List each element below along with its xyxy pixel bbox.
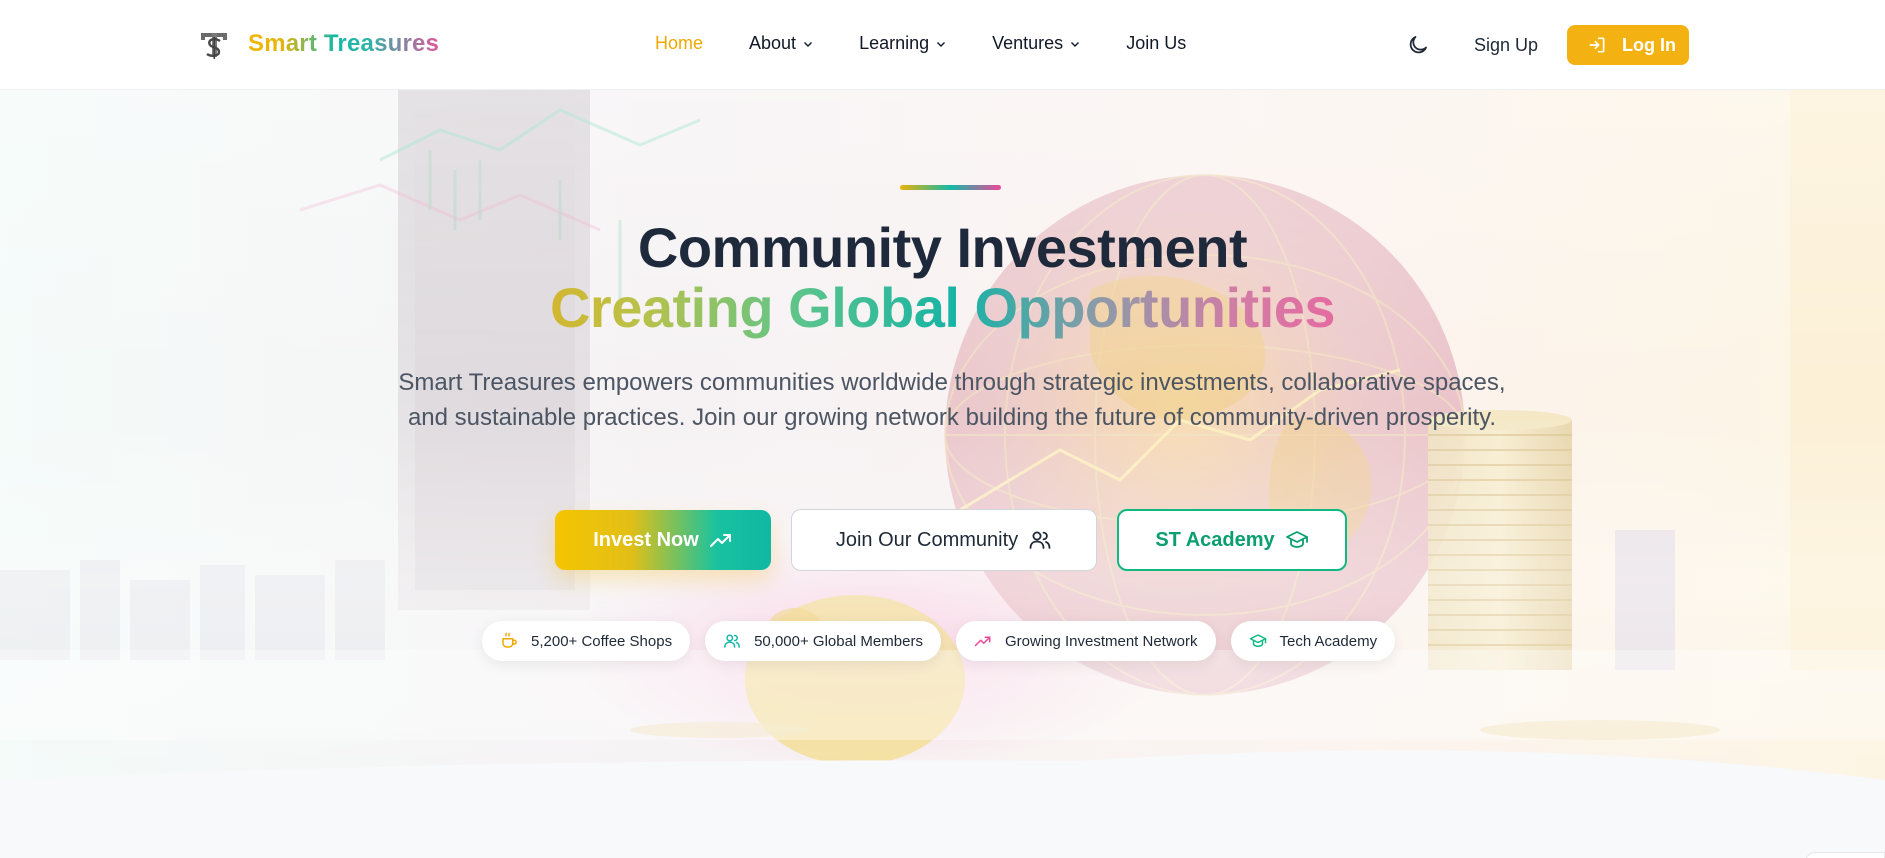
hero-subtitle: Smart Treasures empowers communities wor…: [398, 369, 1506, 431]
nav-about-label: About: [749, 33, 797, 53]
nav-ventures-label: Ventures: [992, 33, 1064, 53]
moon-icon[interactable]: [1406, 33, 1430, 57]
nav-actions: Sign Up Log In: [1406, 25, 1689, 65]
hero-title-line-1: Community Investment: [637, 216, 1248, 279]
st-academy-button[interactable]: ST Academy: [1117, 509, 1347, 571]
chevron-down-icon: [1071, 41, 1080, 47]
log-in-label: Log In: [1622, 34, 1676, 55]
graduation-cap-icon: [1285, 531, 1308, 548]
badge-members-label: 50,000+ Global Members: [754, 632, 923, 650]
users-icon: [1029, 531, 1051, 549]
graduation-cap-icon: [1249, 634, 1266, 648]
chevron-down-icon: [937, 41, 946, 47]
top-navbar: Smart Treasures Home About Learning Vent…: [0, 0, 1885, 90]
nav-join-us[interactable]: Join Us: [1126, 33, 1186, 54]
nav-about[interactable]: About: [749, 33, 813, 54]
st-dollar-logo: [201, 33, 227, 59]
badge-coffee-label: 5,200+ Coffee Shops: [531, 632, 673, 650]
hero-title-line-2: Creating Global Opportunities: [0, 275, 1885, 341]
badge-global-members: 50,000+ Global Members: [705, 621, 941, 661]
trending-up-icon: [709, 534, 731, 547]
floating-widget-edge[interactable]: [1805, 852, 1885, 858]
join-community-label: Join Our Community: [835, 528, 1019, 551]
badge-network-label: Growing Investment Network: [1004, 632, 1198, 650]
brand[interactable]: Smart Treasures: [198, 27, 439, 61]
hero-overlay: [0, 90, 1885, 790]
nav-ventures[interactable]: Ventures: [992, 33, 1080, 54]
badge-academy-label: Tech Academy: [1279, 632, 1378, 650]
nav-home[interactable]: Home: [655, 33, 703, 54]
accent-divider: [900, 185, 1001, 190]
main-menu: Home About Learning Ventures Join Us: [655, 33, 1232, 54]
badge-tech-academy: Tech Academy: [1230, 621, 1396, 661]
brand-name: Smart Treasures: [248, 30, 440, 57]
users-icon: [724, 634, 740, 648]
badge-investment-network: Growing Investment Network: [955, 621, 1216, 661]
next-section: [0, 790, 1885, 858]
nav-learning[interactable]: Learning: [859, 33, 946, 54]
chevron-down-icon: [804, 41, 813, 47]
badge-coffee-shops: 5,200+ Coffee Shops: [482, 621, 691, 661]
nav-home-label: Home: [655, 33, 704, 53]
cta-buttons: Invest Now Join Our Community ST Academy: [555, 509, 1347, 571]
log-in-button[interactable]: Log In: [1567, 25, 1689, 65]
login-icon: [1589, 37, 1605, 53]
nav-join-us-label: Join Us: [1126, 33, 1187, 53]
invest-now-button[interactable]: Invest Now: [555, 510, 771, 570]
nav-learning-label: Learning: [859, 33, 930, 53]
trending-up-icon: [974, 636, 991, 647]
invest-now-label: Invest Now: [593, 528, 699, 551]
sign-up-link[interactable]: Sign Up: [1474, 35, 1538, 56]
hero-gradient-text: Creating Global Opportunities: [549, 276, 1336, 339]
join-community-button[interactable]: Join Our Community: [791, 509, 1097, 571]
coffee-icon: [502, 632, 517, 648]
stats-badges: 5,200+ Coffee Shops 50,000+ Global Membe…: [482, 621, 1410, 661]
page: Smart Treasures Home About Learning Vent…: [0, 0, 1885, 858]
st-academy-label: ST Academy: [1155, 528, 1275, 551]
hero-section: Community Investment Creating Global Opp…: [0, 90, 1885, 790]
